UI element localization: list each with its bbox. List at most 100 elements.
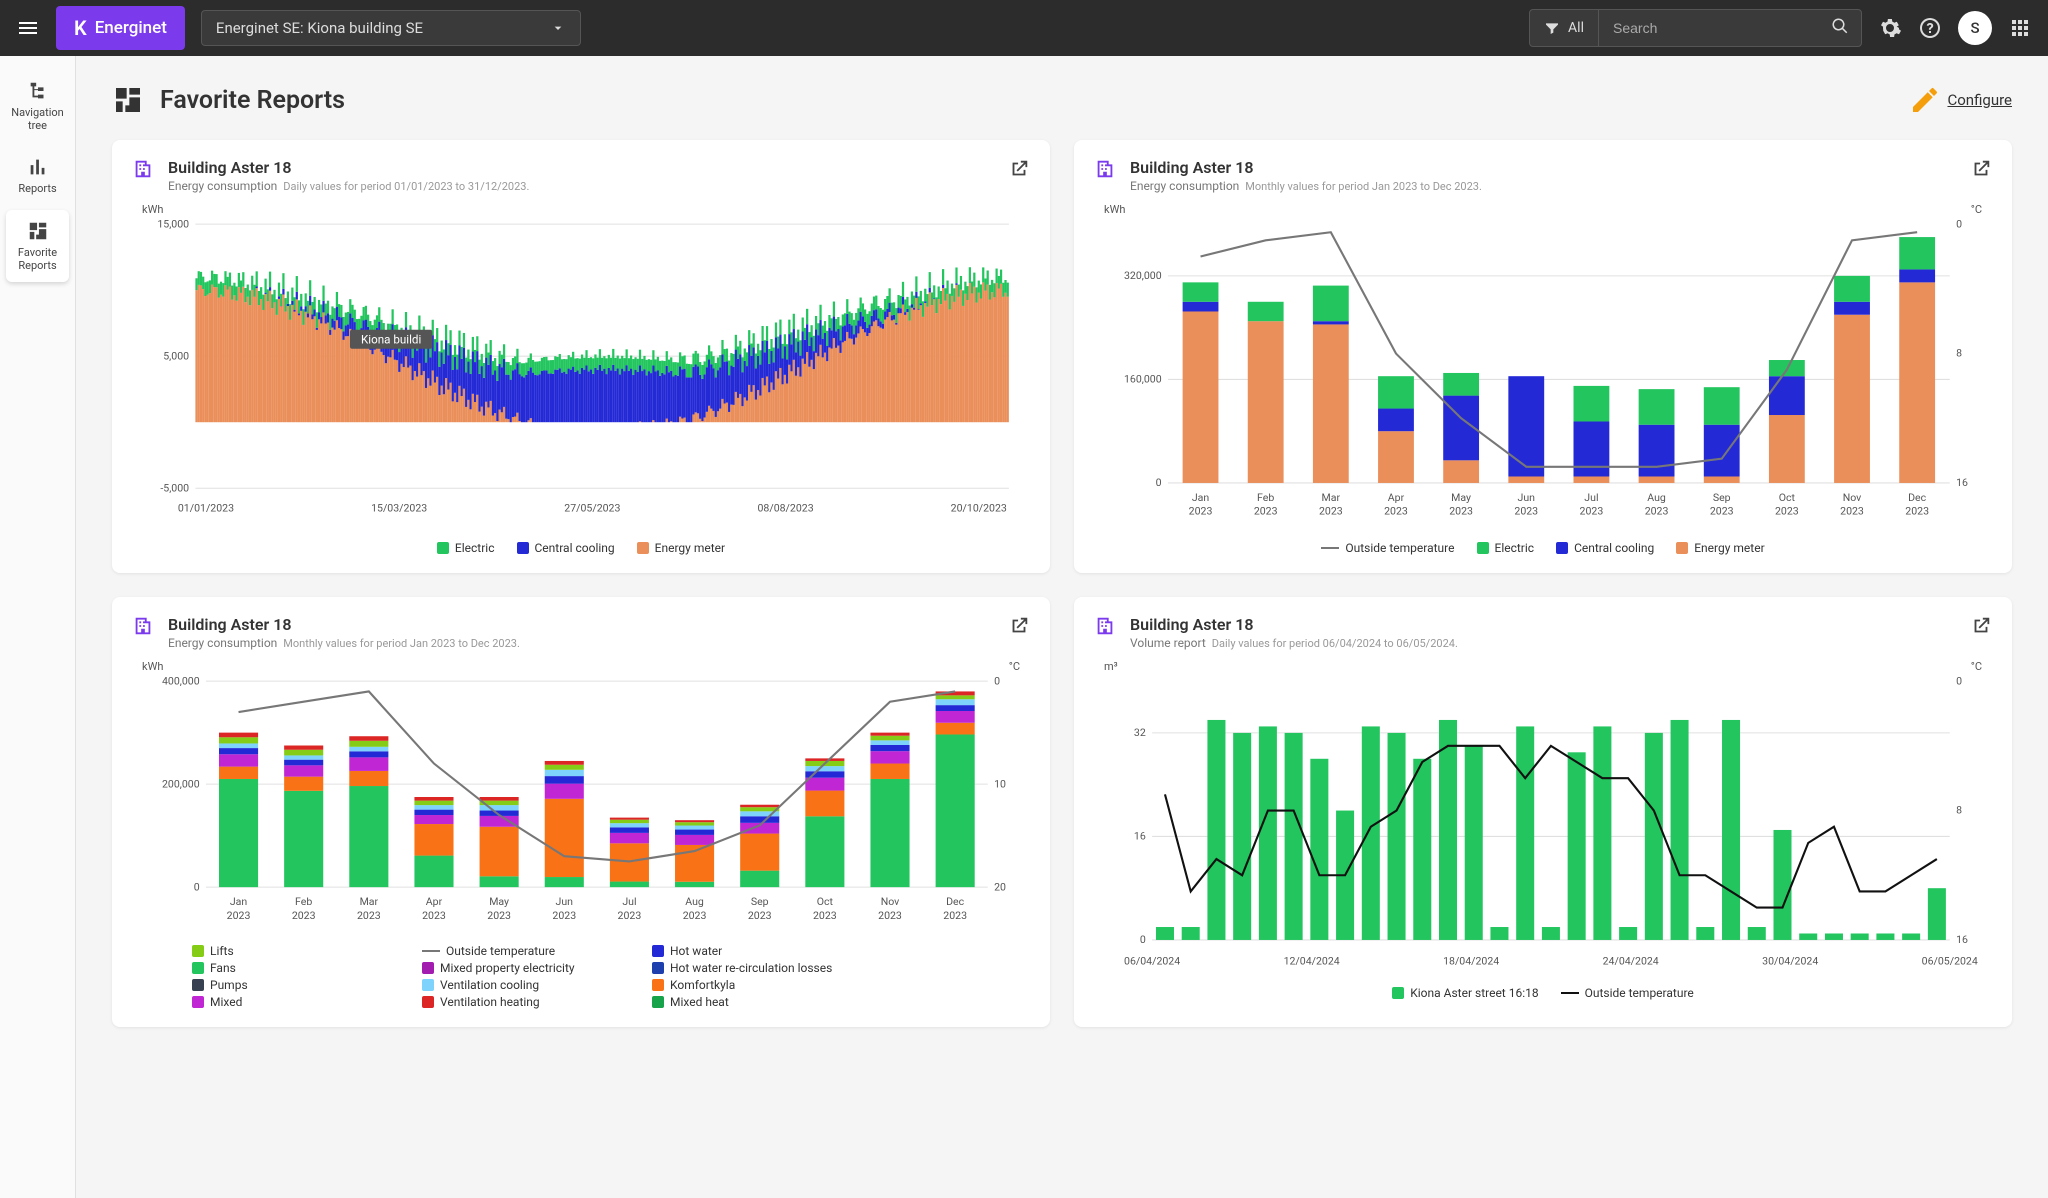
chart-legend: LiftsFansPumpsMixedOutside temperatureMi…: [132, 944, 1030, 1009]
svg-text:20/10/2023: 20/10/2023: [951, 501, 1007, 514]
svg-text:2023: 2023: [618, 908, 642, 921]
svg-text:0: 0: [1956, 674, 1962, 687]
svg-text:0: 0: [994, 674, 1000, 687]
open-in-new-icon[interactable]: [1008, 158, 1030, 180]
rail-item-navigation-tree[interactable]: Navigation tree: [6, 70, 69, 142]
help-icon[interactable]: [1918, 16, 1942, 40]
svg-text:2023: 2023: [487, 908, 511, 921]
svg-text:8: 8: [1956, 803, 1962, 816]
svg-text:Mar: Mar: [1322, 491, 1341, 504]
page-title: Favorite Reports: [160, 86, 345, 115]
svg-text:16: 16: [1134, 829, 1146, 842]
chevron-down-icon: [550, 20, 566, 36]
bar-chart-icon: [27, 156, 49, 178]
card-title: Building Aster 18: [1130, 615, 1956, 634]
report-card-4: Building Aster 18 Volume reportDaily val…: [1074, 597, 2012, 1028]
open-in-new-icon[interactable]: [1008, 615, 1030, 637]
y-axis-label: kWh: [1104, 203, 1125, 216]
svg-text:Jun: Jun: [556, 895, 574, 908]
svg-text:2023: 2023: [1319, 505, 1343, 518]
chart-daily-volume: 01632081606/04/202412/04/202418/04/20242…: [1094, 660, 1992, 977]
svg-text:2023: 2023: [1775, 505, 1799, 518]
svg-text:20: 20: [994, 880, 1006, 893]
svg-text:Feb: Feb: [295, 895, 312, 908]
building-icon: [1094, 158, 1116, 180]
svg-text:Sep: Sep: [751, 895, 769, 908]
widgets-page-icon: [112, 84, 144, 116]
svg-text:Kiona buildi: Kiona buildi: [361, 333, 421, 347]
svg-text:2023: 2023: [683, 908, 707, 921]
brand-name: Energinet: [95, 18, 167, 38]
svg-text:2023: 2023: [357, 908, 381, 921]
search-input[interactable]: [1599, 20, 1819, 36]
hamburger-icon[interactable]: [16, 16, 40, 40]
search-filter[interactable]: All: [1530, 10, 1599, 46]
building-icon: [132, 158, 154, 180]
y-axis-label: kWh: [142, 203, 163, 216]
svg-text:2023: 2023: [1449, 505, 1473, 518]
svg-text:2023: 2023: [292, 908, 316, 921]
logo-k-icon: K: [74, 16, 87, 40]
svg-text:16: 16: [1956, 476, 1968, 489]
svg-text:Aug: Aug: [685, 895, 704, 908]
svg-text:2023: 2023: [1514, 505, 1538, 518]
report-card-2: Building Aster 18 Energy consumptionMont…: [1074, 140, 2012, 573]
y2-axis-label: °C: [1009, 660, 1020, 673]
building-selector[interactable]: Energinet SE: Kiona building SE: [201, 10, 581, 46]
search-box: All: [1529, 9, 1862, 47]
configure-link[interactable]: Configure: [1909, 84, 2012, 116]
svg-text:Jan: Jan: [230, 895, 248, 908]
svg-text:0: 0: [194, 880, 200, 893]
svg-text:01/01/2023: 01/01/2023: [178, 501, 234, 514]
svg-text:0: 0: [1140, 933, 1146, 946]
svg-text:Jul: Jul: [1584, 491, 1598, 504]
chart-legend: Kiona Aster street 16:18Outside temperat…: [1094, 986, 1992, 1000]
building-icon: [132, 615, 154, 637]
svg-text:2023: 2023: [1710, 505, 1734, 518]
open-in-new-icon[interactable]: [1970, 615, 1992, 637]
side-rail: Navigation tree Reports Favorite Reports: [0, 56, 76, 1198]
svg-text:2023: 2023: [552, 908, 576, 921]
svg-text:2023: 2023: [1840, 505, 1864, 518]
card-title: Building Aster 18: [168, 615, 994, 634]
search-button[interactable]: [1819, 17, 1861, 39]
svg-text:10: 10: [994, 777, 1006, 790]
y2-axis-label: °C: [1971, 660, 1982, 673]
svg-text:12/04/2024: 12/04/2024: [1284, 954, 1340, 967]
svg-text:24/04/2024: 24/04/2024: [1603, 954, 1659, 967]
svg-text:Aug: Aug: [1647, 491, 1666, 504]
svg-text:2023: 2023: [813, 908, 837, 921]
svg-text:18/04/2024: 18/04/2024: [1443, 954, 1499, 967]
svg-text:Nov: Nov: [1843, 491, 1862, 504]
building-icon: [1094, 615, 1116, 637]
svg-text:Oct: Oct: [817, 895, 834, 908]
y2-axis-label: °C: [1971, 203, 1982, 216]
open-in-new-icon[interactable]: [1970, 158, 1992, 180]
svg-text:2023: 2023: [1580, 505, 1604, 518]
settings-icon[interactable]: [1878, 16, 1902, 40]
svg-text:2023: 2023: [227, 908, 251, 921]
widgets-icon: [27, 220, 49, 242]
user-avatar[interactable]: S: [1958, 11, 1992, 45]
svg-text:0: 0: [1956, 217, 1962, 230]
pencil-icon: [1909, 84, 1941, 116]
report-card-3: Building Aster 18 Energy consumptionMont…: [112, 597, 1050, 1028]
apps-grid-icon[interactable]: [2008, 16, 2032, 40]
svg-text:08/08/2023: 08/08/2023: [757, 501, 813, 514]
svg-text:Nov: Nov: [881, 895, 900, 908]
tree-icon: [27, 80, 49, 102]
svg-text:200,000: 200,000: [162, 777, 200, 790]
rail-item-favorite-reports[interactable]: Favorite Reports: [6, 210, 69, 282]
svg-text:2023: 2023: [878, 908, 902, 921]
svg-text:2023: 2023: [1645, 505, 1669, 518]
rail-item-reports[interactable]: Reports: [6, 146, 69, 205]
svg-text:Apr: Apr: [426, 895, 443, 908]
svg-text:May: May: [489, 895, 509, 908]
card-title: Building Aster 18: [1130, 158, 1956, 177]
svg-text:5,000: 5,000: [163, 349, 189, 362]
svg-text:400,000: 400,000: [162, 674, 200, 687]
svg-text:2023: 2023: [1254, 505, 1278, 518]
svg-text:32: 32: [1134, 726, 1146, 739]
svg-text:27/05/2023: 27/05/2023: [564, 501, 620, 514]
svg-text:8: 8: [1956, 347, 1962, 360]
